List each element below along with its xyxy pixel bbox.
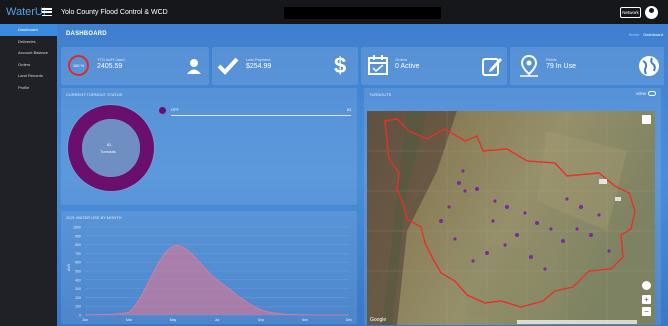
orders-label: Orders [395,57,408,62]
orders-value: 0 Active [395,63,420,70]
x-tick-label: Jul [215,318,220,322]
y-tick-label: 600 [75,261,81,265]
x-tick-label: Dec [346,318,352,322]
payment-value: $254.99 [246,63,272,70]
water-use-panel: 2021 WATER USE BY MONTH 1000 900 800 700 600… [61,211,357,324]
breadcrumb: Home Dashboard [629,32,663,37]
turnouts-title: TURNOUTS [369,92,392,97]
y-tick-label: 0 [79,314,81,318]
main-content: DASHBOARD Home Dashboard 100 % YTD AcFt … [57,24,668,326]
sidebar-item-deliveries[interactable]: Deliveries [0,36,57,48]
ytd-usage-card: 100 % YTD AcFt Used 2405.59 [61,47,209,85]
last-payment-card: Last Payment $254.99 $ [212,47,358,85]
water-use-area-chart: 10009008007006005004003002001000AcFtJan M… [67,226,352,323]
water-use-area [85,245,349,315]
turnout-status-title: CURRENT TURNOUT STATUS [66,92,123,97]
turnout-count-label: Turnouts [100,149,116,154]
map-attribution [517,320,637,324]
breadcrumb-home[interactable]: Home [629,32,640,37]
turnout-count: 81 [107,142,112,147]
x-tick-label: Sep [258,318,264,322]
payment-label: Last Payment [246,57,271,62]
edit-icon[interactable] [481,55,503,77]
globe-icon [639,56,659,76]
usage-label: YTD AcFt Used [97,57,125,62]
usage-badge: 100 % [68,55,89,76]
fields-value: 79 In Use [546,63,576,70]
water-use-title: 2021 WATER USE BY MONTH [66,215,122,220]
zoom-out-button[interactable]: − [642,307,651,316]
x-tick-label: May [170,318,177,322]
x-tick-label: Jan [82,318,88,322]
legend-bar-off [171,115,351,116]
y-tick-label: 200 [75,296,81,300]
fields-label: Fields [546,57,557,62]
top-bar: WaterUI Yolo County Flood Control & WCD … [0,0,668,24]
user-avatar-icon[interactable] [645,6,658,19]
redacted-region [284,7,441,19]
orders-card: Orders 0 Active [361,47,507,85]
breadcrumb-current: Dashboard [643,32,663,37]
y-tick-label: 400 [75,278,81,282]
hamburger-menu-icon[interactable] [42,8,52,16]
street-view-pegman-icon[interactable] [642,281,651,290]
org-title: Yolo County Flood Control & WCD [61,8,168,16]
toggle-icon[interactable] [648,91,656,96]
calendar-icon [368,55,388,75]
dollar-icon: $ [334,53,347,78]
y-tick-label: 500 [75,270,81,274]
sidebar-item-account-balance[interactable]: Account Balance [0,47,57,59]
sidebar-item-dashboard[interactable]: Dashboard [0,24,57,36]
x-tick-label: Mar [126,318,133,322]
y-tick-label: 800 [75,243,81,247]
view-toggle[interactable]: VIEW [636,91,656,96]
sidebar-item-orders[interactable]: Orders [0,59,57,71]
map-imagery [367,111,655,325]
y-tick-label: 900 [75,234,81,238]
turnout-donut-chart [67,104,155,192]
turnouts-map[interactable]: + − Google [367,111,655,325]
check-icon [217,57,239,75]
sidebar-item-profile[interactable]: Profile [0,82,57,94]
map-pin-icon [520,54,538,77]
y-tick-label: 300 [75,287,81,291]
fields-card: Fields 79 In Use [510,47,664,85]
y-tick-label: 700 [75,252,81,256]
legend-count-off: 81 [347,107,352,112]
page-title: DASHBOARD [66,31,107,37]
zoom-in-button[interactable]: + [642,295,651,304]
sidebar: Dashboard Deliveries Account Balance Ord… [0,24,57,326]
network-button[interactable]: Network [620,7,641,18]
fullscreen-button[interactable] [642,115,651,124]
y-tick-label: 1000 [73,226,81,230]
legend-label-off: OFF [171,107,179,112]
sidebar-item-land-records[interactable]: Land Records [0,70,57,82]
usage-value: 2405.59 [97,63,123,70]
y-axis-label: AcFt [67,264,71,271]
y-tick-label: 100 [75,305,81,309]
x-tick-label: Nov [302,318,308,322]
brand-logo[interactable]: WaterUI [0,6,46,18]
google-logo: Google [370,317,387,323]
legend-swatch-off[interactable] [159,107,166,114]
user-icon [187,59,201,74]
turnout-status-panel: CURRENT TURNOUT STATUS 81 Turnouts OFF 8… [61,88,357,205]
